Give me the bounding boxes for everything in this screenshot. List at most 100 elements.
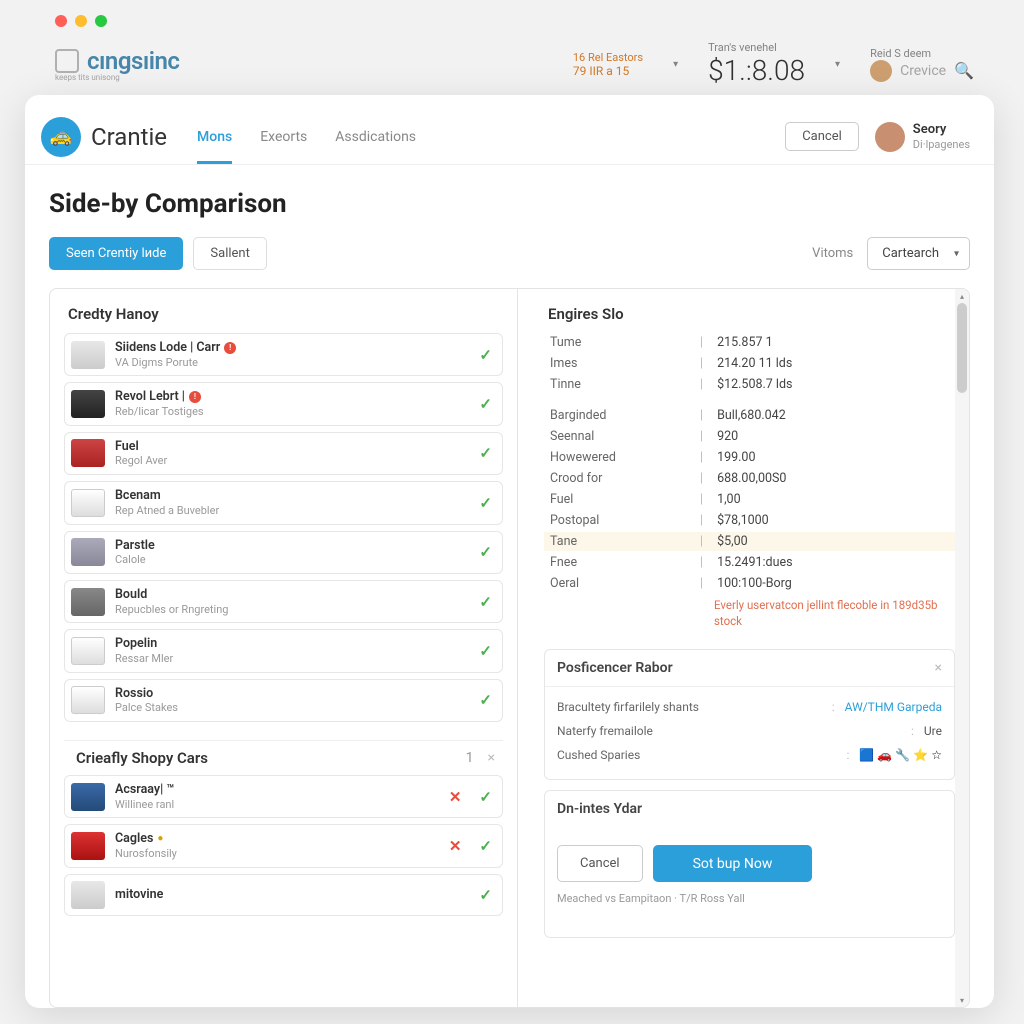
check-icon: ✓ (479, 346, 492, 364)
car-thumbnail (71, 489, 105, 517)
check-icon: ✓ (479, 837, 492, 855)
check-icon: ✓ (479, 788, 492, 806)
car-row[interactable]: PopelinRessar Mler✓ (64, 629, 503, 672)
car-thumbnail (71, 538, 105, 566)
car-icon: 🚕 (41, 117, 81, 157)
tab-exeorts[interactable]: Exeorts (260, 109, 307, 164)
card-value: Ure (924, 724, 942, 738)
car-row[interactable]: Cagles●Nurosfonsily ✕ ✓ (64, 824, 503, 867)
view-select[interactable]: Cartearch (867, 237, 970, 270)
car-title: Fuel (115, 439, 469, 455)
car-title: Cagles● (115, 831, 439, 847)
car-thumbnail (71, 881, 105, 909)
car-thumbnail (71, 637, 105, 665)
buy-now-button[interactable]: Sot bup Now (653, 845, 813, 882)
car-row[interactable]: Revol Lebrt |!Reb/licar Tostiges✓ (64, 382, 503, 425)
section-title-credty: Credty Hanoy (64, 305, 503, 323)
close-icon[interactable]: × (488, 750, 495, 766)
scrollbar[interactable]: ▴ ▾ (955, 289, 969, 1007)
car-row[interactable]: FuelRegol Aver ✓ (64, 432, 503, 475)
car-subtitle: VA Digms Porute (115, 356, 469, 370)
car-title: Parstle (115, 538, 469, 554)
cancel-button[interactable]: Cancel (557, 845, 643, 882)
dates-card: Dn-intes Ydar Cancel Sot bup Now Meached… (544, 790, 955, 938)
comparison-modal: 🚕 Crantie MonsExeortsAssdications Cancel… (25, 95, 994, 1008)
user-sub: Di·lpagenes (913, 138, 970, 151)
salient-pill[interactable]: Sallent (193, 237, 266, 270)
spec-note: Everly uservatcon jellint flecoble in 18… (544, 593, 955, 639)
alert-badge-icon: ! (224, 342, 236, 354)
spec-row: Postopal|$78,1000 (544, 511, 955, 530)
close-icon[interactable]: × (935, 660, 942, 676)
car-thumbnail (71, 390, 105, 418)
car-thumbnail (71, 588, 105, 616)
section-title-engines: Engires Slo (544, 305, 955, 323)
avatar (875, 122, 905, 152)
check-icon: ✓ (479, 543, 492, 561)
spec-row: Fnee|15.2491:dues (544, 553, 955, 572)
car-subtitle: Calole (115, 553, 469, 567)
card-link[interactable]: AW/THM Garpeda (845, 700, 942, 714)
rating-icons: 🟦🚗🔧⭐☆ (859, 748, 942, 762)
card-row: Cushed Sparies:🟦🚗🔧⭐☆ (557, 743, 942, 767)
check-icon: ✓ (479, 642, 492, 660)
spec-row: Tinne|$12.508.7 lds (544, 375, 955, 394)
card-title: Posficencer Rabor (557, 660, 673, 676)
window-traffic-lights[interactable] (55, 15, 107, 27)
car-row[interactable]: BouldRepucbles or Rngreting✓ (64, 580, 503, 623)
car-thumbnail (71, 832, 105, 860)
section-title-shopy: Crieafly Shopy Cars (72, 749, 208, 767)
car-row[interactable]: Acsraay| ™Willinee ranl✕✓ (64, 775, 503, 818)
check-icon: ✓ (479, 494, 492, 512)
footer-note: Meached vs Eampitaon · T/R Ross Yall (557, 888, 942, 925)
spec-row: Crood for|688.00,00S0 (544, 469, 955, 488)
car-thumbnail (71, 341, 105, 369)
car-title: Acsraay| ™ (115, 782, 439, 798)
spec-row: Tume|215.857 1 (544, 333, 955, 352)
car-subtitle: Regol Aver (115, 454, 469, 468)
spec-row: Imes|214.20 11 lds (544, 354, 955, 373)
car-subtitle: Nurosfonsily (115, 847, 439, 861)
car-thumbnail (71, 686, 105, 714)
car-row[interactable]: Siidens Lode | Carr!VA Digms Porute✓ (64, 333, 503, 376)
spec-row: Fuel|1,00 (544, 490, 955, 509)
verified-badge-icon: ● (157, 833, 163, 846)
card-title: Dn-intes Ydar (557, 801, 642, 817)
check-icon: ✓ (479, 444, 492, 462)
performance-card: Posficencer Rabor × Bracultety firfarile… (544, 649, 955, 780)
toolbar-text: Vitoms (812, 246, 853, 261)
car-row[interactable]: ParstleCalole ✓ (64, 531, 503, 574)
spec-row: Howewered|199.00 (544, 448, 955, 467)
scroll-thumb[interactable] (957, 303, 967, 393)
car-title: Revol Lebrt |! (115, 389, 469, 405)
car-title: Rossio (115, 686, 469, 702)
user-chip[interactable]: Seory Di·lpagenes (875, 122, 970, 152)
cross-icon: ✕ (449, 837, 462, 855)
section-count: 1 (466, 750, 474, 766)
tab-assdications[interactable]: Assdications (335, 109, 416, 164)
spec-row: Barginded|Bull,680.042 (544, 406, 955, 425)
seen-currently-pill[interactable]: Seen Crentiy lиde (49, 237, 183, 270)
card-row: Bracultety firfarilely shants:AW/THM Gar… (557, 695, 942, 719)
tab-mons[interactable]: Mons (197, 109, 232, 164)
check-icon: ✓ (479, 593, 492, 611)
alert-badge-icon: ! (189, 391, 201, 403)
card-row: Naterfy fremailole:Ure (557, 719, 942, 743)
car-title: mitovine (115, 887, 469, 903)
spec-row: Oeral|100:100-Borg (544, 574, 955, 593)
car-subtitle: Rep Atned a Buvebler (115, 504, 469, 518)
car-row[interactable]: BcenamRep Atned a Buvebler✓ (64, 481, 503, 524)
car-thumbnail (71, 783, 105, 811)
user-name: Seory (913, 122, 970, 138)
cancel-button[interactable]: Cancel (785, 122, 859, 151)
car-subtitle: Ressar Mler (115, 652, 469, 666)
check-icon: ✓ (479, 395, 492, 413)
page-title: Side-by Comparison (49, 189, 970, 219)
scroll-down-icon[interactable]: ▾ (955, 993, 969, 1007)
check-icon: ✓ (479, 886, 492, 904)
car-row[interactable]: mitovine ✓ (64, 874, 503, 916)
car-row[interactable]: RossioPalce Stakes✓ (64, 679, 503, 722)
scroll-up-icon[interactable]: ▴ (955, 289, 969, 303)
car-subtitle: Willinee ranl (115, 798, 439, 812)
car-thumbnail (71, 439, 105, 467)
